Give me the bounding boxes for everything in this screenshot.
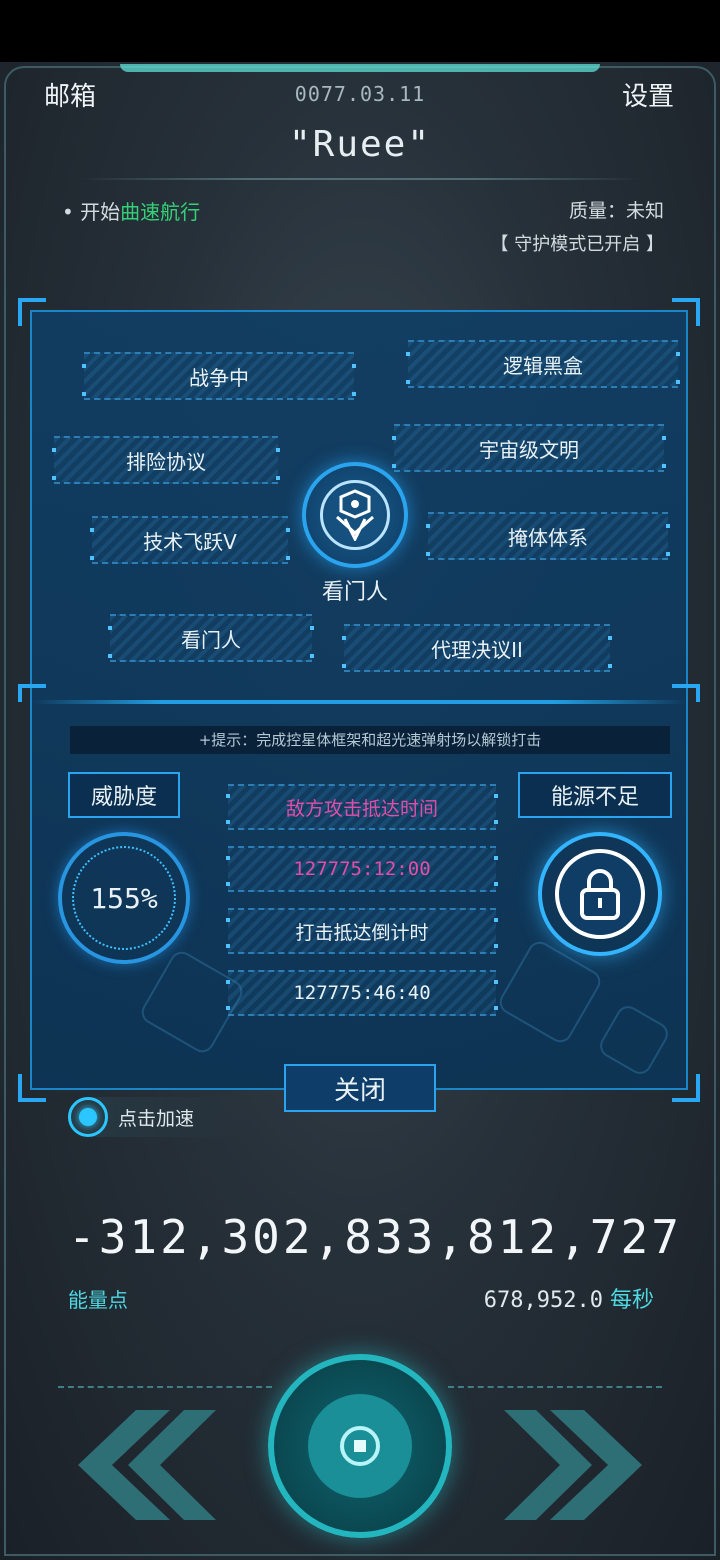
- tech-item[interactable]: 掩体体系: [426, 512, 670, 560]
- arrival-time-value: 127775:12:00: [226, 846, 498, 892]
- main-button-icon: [308, 1394, 412, 1498]
- divider: [58, 1386, 272, 1388]
- tech-item[interactable]: 代理决议II: [342, 624, 612, 672]
- lock-icon: [555, 849, 645, 939]
- defense-panel: 战争中 逻辑黑盒 排险协议 宇宙级文明 技术飞跃V 掩体体系 看门人 代理决议I…: [18, 298, 700, 1112]
- corner-decor: [18, 298, 46, 326]
- threat-gauge: 155%: [58, 832, 190, 964]
- emblem-button[interactable]: [302, 462, 408, 568]
- hint-text: +提示：完成控星体框架和超光速弹射场以解锁打击: [70, 726, 670, 754]
- warp-prefix: • 开始: [62, 200, 121, 224]
- tech-item[interactable]: 战争中: [82, 352, 356, 400]
- emblem-icon: [320, 480, 390, 550]
- energy-label: 能量点: [68, 1288, 128, 1312]
- hex-decor: [595, 1001, 673, 1079]
- left-arrows-icon[interactable]: [66, 1410, 216, 1520]
- mailbox-button[interactable]: 邮箱: [44, 76, 96, 113]
- tech-item[interactable]: 宇宙级文明: [392, 424, 666, 472]
- energy-rate-value: 678,952.0: [483, 1288, 603, 1313]
- corner-decor: [672, 1074, 700, 1102]
- tech-item[interactable]: 逻辑黑盒: [406, 340, 680, 388]
- hex-decor: [137, 947, 247, 1057]
- emblem-label: 看门人: [321, 580, 388, 605]
- mass-status: 质量：未知: [568, 200, 664, 222]
- threat-value: 155%: [72, 846, 176, 950]
- app-screen: 邮箱 0077.03.11 设置 "Ruee" • 开始曲速航行 质量：未知 【…: [0, 62, 720, 1560]
- tech-item[interactable]: 技术飞跃V: [90, 516, 290, 564]
- ship-name[interactable]: "Ruee": [160, 124, 560, 165]
- accelerate-label: 点击加速: [118, 1107, 195, 1130]
- corner-decor: [18, 1074, 46, 1102]
- main-action-button[interactable]: [268, 1354, 452, 1538]
- warp-highlight: 曲速航行: [120, 200, 201, 224]
- corner-decor: [672, 298, 700, 326]
- status-bar: [0, 0, 720, 62]
- game-date: 0077.03.11: [294, 82, 426, 106]
- divider: [80, 178, 640, 180]
- guard-mode-status: 【 守护模式已开启 】: [490, 234, 664, 255]
- close-button[interactable]: 关闭: [284, 1064, 436, 1112]
- settings-button[interactable]: 设置: [622, 76, 674, 113]
- strike-countdown-value: 127775:46:40: [226, 970, 498, 1016]
- panel-divider: [32, 700, 686, 704]
- tech-item[interactable]: 看门人: [108, 614, 314, 662]
- energy-rate-unit: 每秒: [609, 1288, 654, 1313]
- strike-countdown-label: 打击抵达倒计时: [226, 908, 498, 954]
- arrival-time-label: 敌方攻击抵达时间: [226, 784, 498, 830]
- accelerate-button[interactable]: 点击加速: [68, 1097, 248, 1137]
- threat-label: 威胁度: [68, 772, 180, 818]
- energy-total: -312,302,833,812,727: [68, 1210, 682, 1264]
- right-arrows-icon[interactable]: [504, 1410, 654, 1520]
- strike-lock-button[interactable]: [538, 832, 662, 956]
- divider: [448, 1386, 662, 1388]
- warp-status[interactable]: • 开始曲速航行: [62, 196, 200, 225]
- top-glow: [120, 64, 600, 72]
- energy-low-label: 能源不足: [518, 772, 672, 818]
- accelerate-icon: [68, 1097, 108, 1137]
- energy-rate: 678,952.0 每秒: [484, 1282, 654, 1314]
- tech-item[interactable]: 排险协议: [52, 436, 280, 484]
